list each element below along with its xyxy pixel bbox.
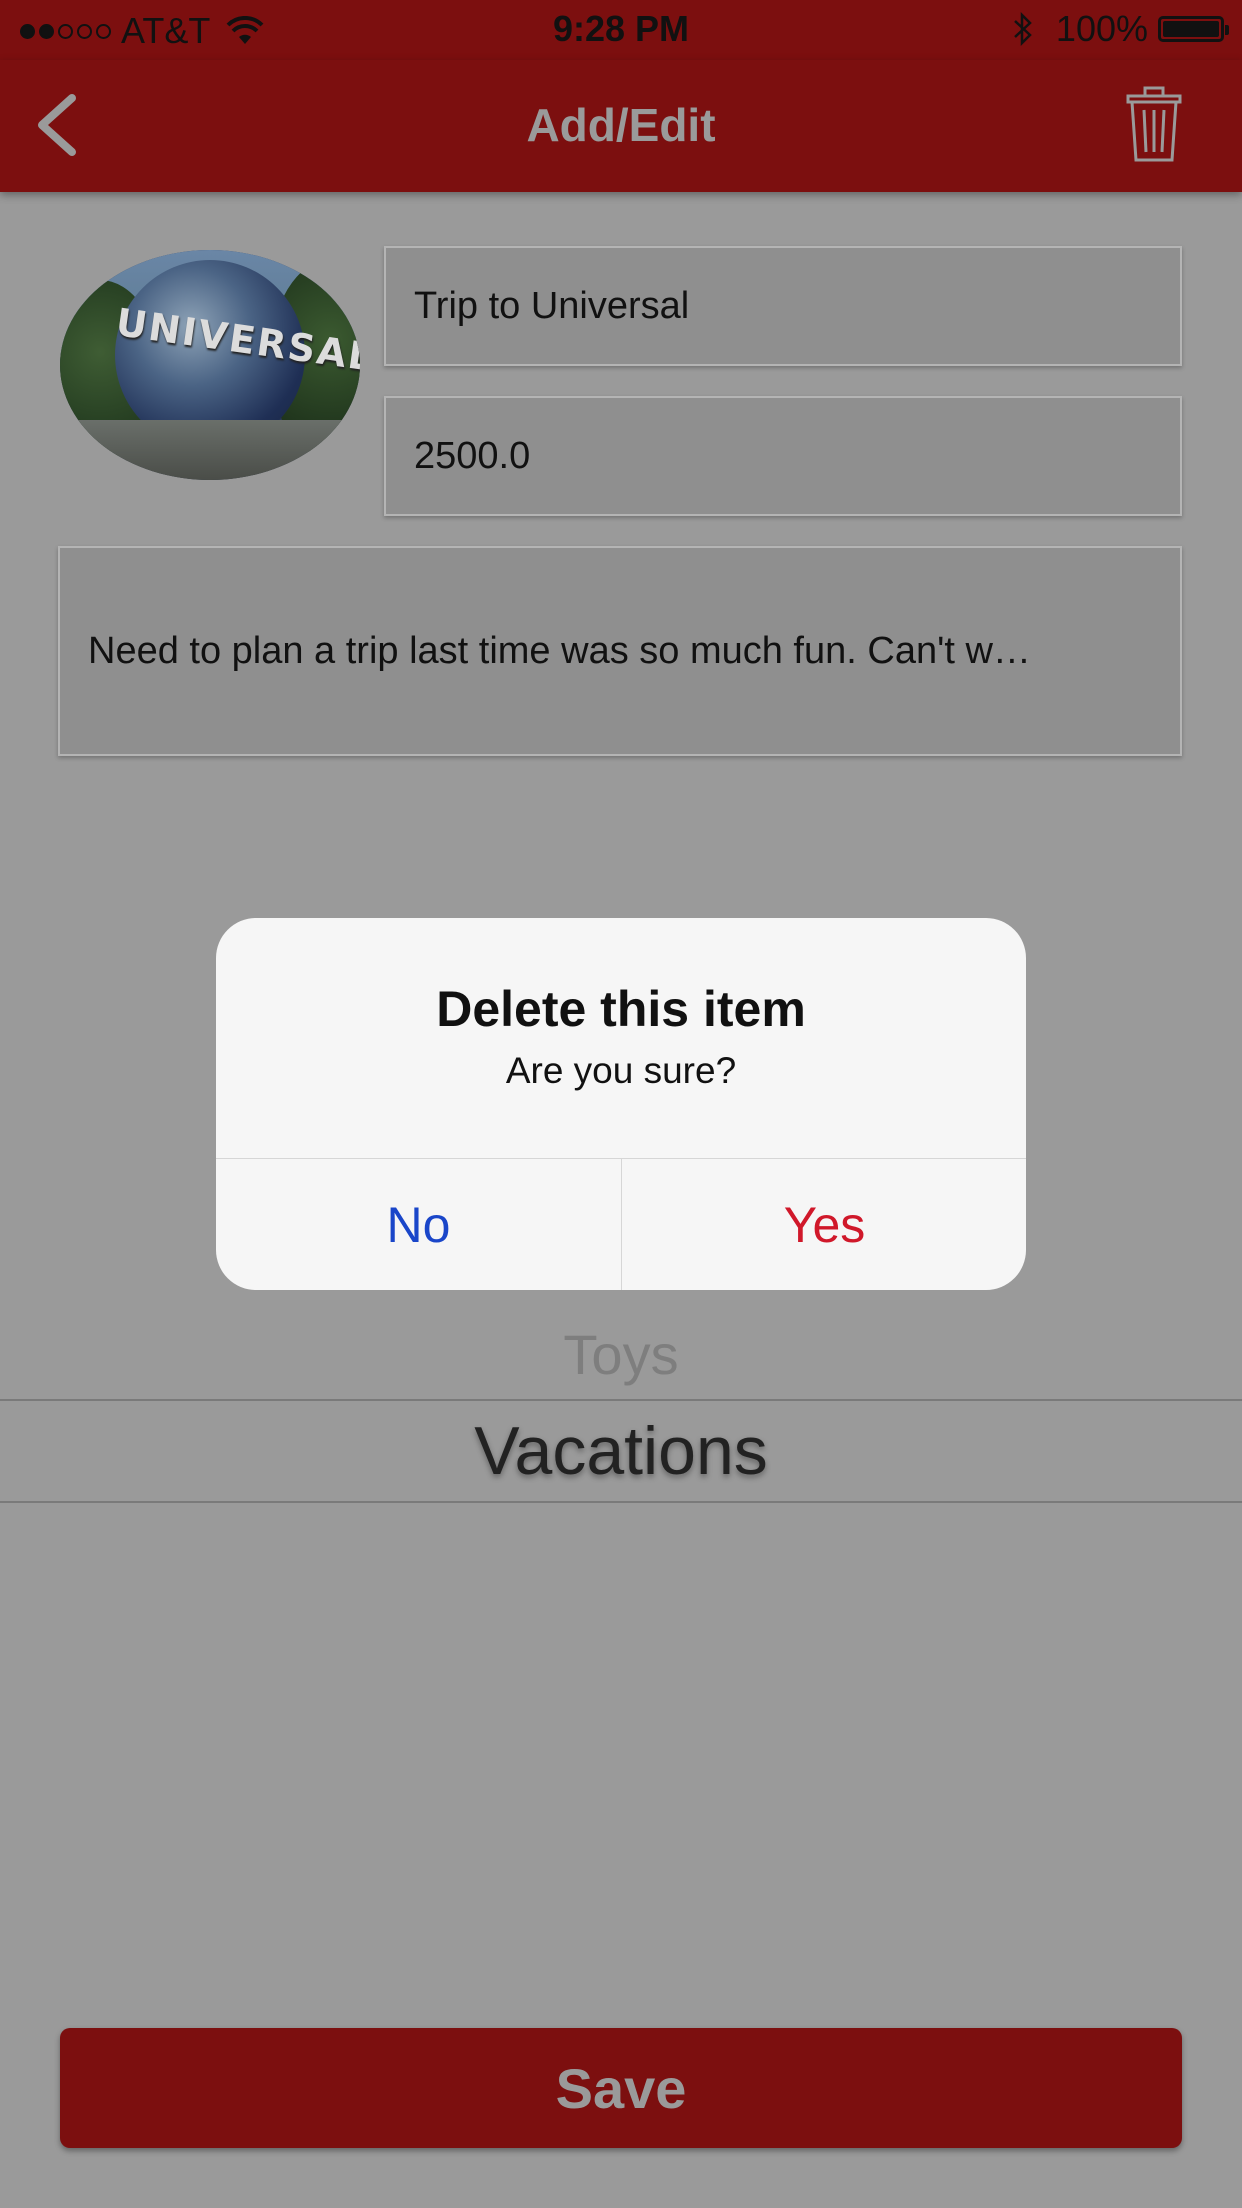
item-photo[interactable]: UNIVERSAL bbox=[60, 250, 360, 480]
navigation-bar: Add/Edit bbox=[0, 60, 1242, 192]
item-name-field[interactable]: Trip to Universal bbox=[384, 246, 1182, 366]
delete-confirm-dialog: Delete this item Are you sure? No Yes bbox=[216, 918, 1026, 1290]
picker-item-selected[interactable]: Vacations bbox=[0, 1412, 1242, 1490]
item-name-value: Trip to Universal bbox=[414, 284, 690, 327]
no-button[interactable]: No bbox=[216, 1159, 621, 1290]
item-notes-value: Need to plan a trip last time was so muc… bbox=[88, 629, 1031, 672]
battery-icon bbox=[1158, 16, 1229, 42]
item-notes-field[interactable]: Need to plan a trip last time was so muc… bbox=[58, 546, 1182, 756]
picker-item-toys[interactable]: Toys bbox=[0, 1322, 1242, 1387]
bluetooth-icon bbox=[1014, 11, 1032, 47]
item-cost-field[interactable]: 2500.0 bbox=[384, 396, 1182, 516]
status-bar: AT&T 9:28 PM 100% bbox=[0, 0, 1242, 60]
status-right: 100% bbox=[1012, 8, 1229, 50]
page-title: Add/Edit bbox=[526, 99, 716, 151]
item-cost-value: 2500.0 bbox=[414, 434, 531, 477]
dialog-message: Are you sure? bbox=[505, 1050, 737, 1091]
trash-icon[interactable] bbox=[1124, 84, 1184, 164]
battery-percent: 100% bbox=[1055, 8, 1148, 49]
dialog-title: Delete this item bbox=[436, 981, 806, 1037]
save-button[interactable]: Save bbox=[60, 2028, 1182, 2148]
yes-button[interactable]: Yes bbox=[622, 1159, 1026, 1290]
